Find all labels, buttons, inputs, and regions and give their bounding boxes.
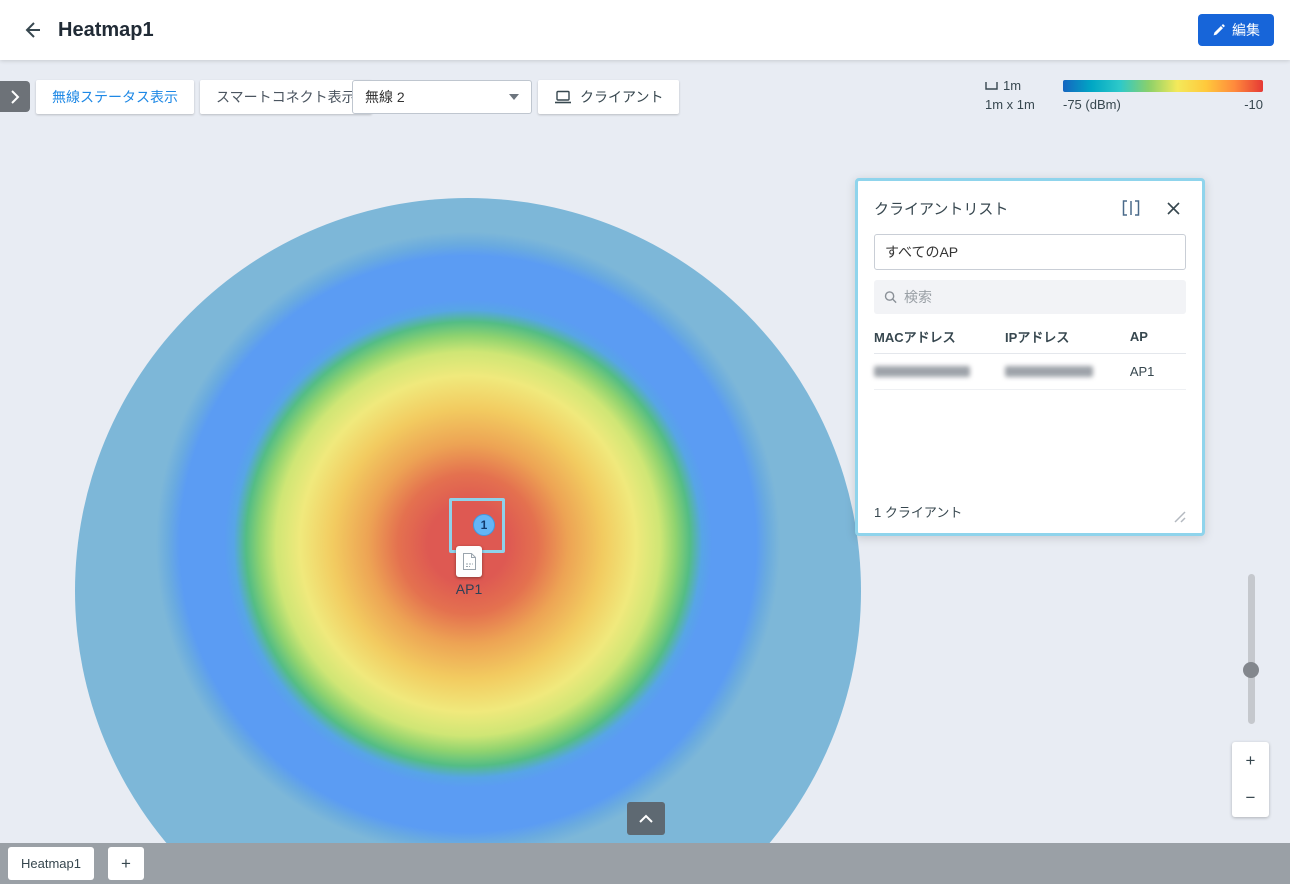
back-button[interactable] xyxy=(12,10,52,50)
zoom-slider-track[interactable] xyxy=(1248,574,1255,724)
signal-gradient-bar xyxy=(1063,80,1263,92)
zoom-slider[interactable] xyxy=(1243,574,1259,724)
close-panel-button[interactable] xyxy=(1160,195,1186,221)
scale-bracket-icon xyxy=(985,81,998,90)
client-table-row[interactable]: AP1 xyxy=(874,354,1186,390)
client-panel-title: クライアントリスト xyxy=(874,198,1008,219)
ap-marker-group: 1 AP1 xyxy=(440,490,560,610)
dock-panel-icon xyxy=(1122,200,1140,216)
pencil-icon xyxy=(1212,24,1225,37)
client-ip-redacted xyxy=(1005,366,1130,377)
legend-max-label: -10 xyxy=(1244,97,1263,112)
page-title: Heatmap1 xyxy=(58,19,154,42)
smart-connect-label: スマートコネクト表示 xyxy=(216,87,356,107)
legend-min-label: -75 (dBm) xyxy=(1063,97,1121,112)
client-table-header: MACアドレス IPアドレス AP xyxy=(874,320,1186,354)
client-panel-footer: 1 クライアント xyxy=(874,502,1186,523)
document-icon xyxy=(462,552,477,571)
client-table: MACアドレス IPアドレス AP AP1 xyxy=(874,320,1186,390)
zoom-slider-thumb[interactable] xyxy=(1243,662,1259,678)
column-header-ip: IPアドレス xyxy=(1005,327,1130,346)
tab-heatmap1[interactable]: Heatmap1 xyxy=(8,847,94,880)
add-tab-button[interactable]: + xyxy=(108,847,144,880)
search-icon xyxy=(884,290,897,304)
map-scale: 1m xyxy=(985,78,1021,93)
client-badge[interactable]: 1 xyxy=(473,514,495,536)
column-header-mac: MACアドレス xyxy=(874,327,1005,346)
collapse-up-button[interactable] xyxy=(627,802,665,835)
heatmap-app: Heatmap1 編集 1 AP1 xyxy=(0,0,1290,884)
grid-scale-value: 1m x 1m xyxy=(985,97,1035,112)
band-select-dropdown[interactable]: 無線 2 xyxy=(352,80,532,114)
search-input[interactable] xyxy=(904,289,1176,305)
close-icon xyxy=(1167,202,1180,215)
search-box[interactable] xyxy=(874,280,1186,314)
ap-filter-select[interactable] xyxy=(874,234,1186,270)
chevron-up-icon xyxy=(638,814,654,824)
resize-handle[interactable] xyxy=(1172,509,1186,523)
zoom-button-panel: + − xyxy=(1232,742,1269,817)
client-list-button-label: クライアント xyxy=(580,87,663,107)
zoom-out-button[interactable]: − xyxy=(1232,780,1269,818)
client-ap-cell: AP1 xyxy=(1130,364,1186,379)
column-header-ap: AP xyxy=(1130,329,1186,344)
wireless-status-label: 無線ステータス表示 xyxy=(52,87,178,107)
bottom-tab-bar: Heatmap1 + xyxy=(0,843,1290,884)
header: Heatmap1 編集 xyxy=(0,0,1290,60)
ap-label: AP1 xyxy=(440,581,498,597)
client-panel-header: クライアントリスト xyxy=(874,195,1186,221)
ap-device-icon[interactable] xyxy=(456,546,482,577)
laptop-icon xyxy=(554,90,572,104)
chevron-right-icon xyxy=(10,90,20,104)
wireless-status-toggle-button[interactable]: 無線ステータス表示 xyxy=(36,80,194,114)
client-mac-redacted xyxy=(874,366,1005,377)
zoom-in-button[interactable]: + xyxy=(1232,742,1269,780)
map-canvas[interactable]: 1 AP1 無線ステータス表示 スマートコネクト表示 無線 2 xyxy=(0,60,1290,843)
edit-button-label: 編集 xyxy=(1232,20,1260,40)
chevron-down-icon xyxy=(509,94,519,100)
edit-button[interactable]: 編集 xyxy=(1198,14,1274,46)
client-count: 1 クライアント xyxy=(874,502,962,523)
smart-connect-toggle-button[interactable]: スマートコネクト表示 xyxy=(200,80,372,114)
sidebar-expand-button[interactable] xyxy=(0,81,30,112)
dock-panel-button[interactable] xyxy=(1118,195,1144,221)
back-arrow-icon xyxy=(22,20,42,40)
band-select-value: 無線 2 xyxy=(365,87,405,107)
client-list-panel: クライアントリスト xyxy=(855,178,1205,536)
signal-legend: 1m 1m x 1m -75 (dBm) -10 xyxy=(980,78,1268,118)
client-list-button[interactable]: クライアント xyxy=(538,80,679,114)
scale-value: 1m xyxy=(1003,78,1021,93)
